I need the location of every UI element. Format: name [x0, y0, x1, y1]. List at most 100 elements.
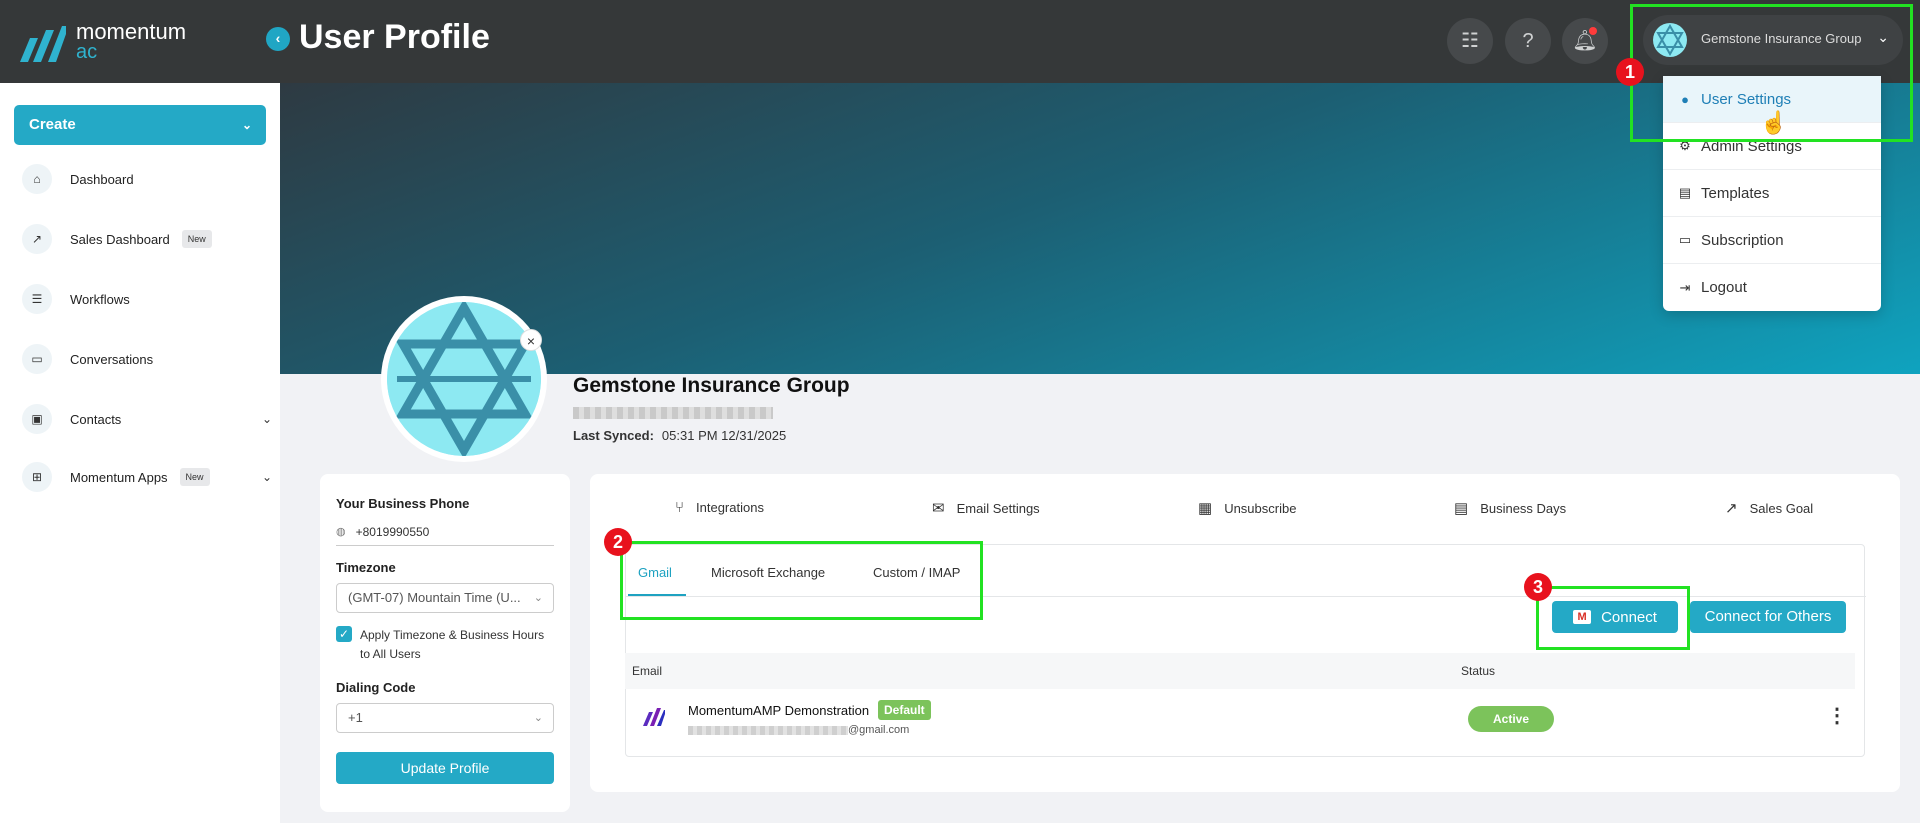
sidebar-item-workflows[interactable]: ☰ Workflows [22, 284, 272, 314]
sidebar-item-label: Conversations [70, 351, 154, 367]
calendar-icon: ▤ [1454, 500, 1469, 517]
highlight-box-email-tabs [620, 541, 983, 620]
create-label: Create [29, 116, 76, 133]
step-marker: 3 [1524, 573, 1552, 601]
sidebar-item-dashboard[interactable]: ⌂ Dashboard [22, 164, 272, 194]
sidebar: Create ⌄ ⌂ Dashboard ↗ Sales Dashboard N… [0, 83, 280, 823]
card-icon: ▭ [1678, 232, 1692, 247]
menu-item-templates[interactable]: ▤ Templates [1663, 170, 1881, 217]
template-icon: ▤ [1678, 185, 1692, 200]
dialing-code-label: Dialing Code [336, 680, 416, 695]
sidebar-item-label: Dashboard [70, 171, 134, 187]
default-badge: Default [878, 700, 931, 720]
new-badge: New [181, 230, 212, 248]
notification-dot [1589, 27, 1597, 35]
sidebar-item-label: Workflows [70, 291, 130, 307]
connect-for-others-button[interactable]: Connect for Others [1690, 601, 1846, 633]
sidebar-item-label: Sales Dashboard [70, 231, 170, 247]
tab-label: Email Settings [956, 500, 1040, 516]
redacted-email [573, 407, 773, 419]
highlight-box-user-settings [1630, 4, 1913, 142]
phone-value: +8019990550 [355, 524, 430, 539]
list-icon: ☷ [1461, 30, 1479, 52]
apply-timezone-checkbox[interactable]: ✓ [336, 626, 352, 642]
remove-avatar-button[interactable]: × [520, 329, 542, 351]
home-icon: ⌂ [22, 164, 52, 194]
timezone-value: (GMT-07) Mountain Time (U... [348, 590, 521, 605]
chevron-down-icon: ⌄ [533, 592, 543, 604]
sidebar-item-contacts[interactable]: ▣ Contacts ⌄ [22, 404, 272, 434]
menu-item-label: Subscription [1701, 231, 1784, 249]
create-button[interactable]: Create ⌄ [14, 105, 266, 145]
tab-email-settings[interactable]: ✉ Email Settings [932, 499, 1040, 517]
sidebar-item-conversations[interactable]: ▭ Conversations [22, 344, 272, 374]
account-email: @gmail.com [688, 724, 909, 736]
tab-label: Integrations [696, 500, 764, 515]
sidebar-item-label: Contacts [70, 411, 122, 427]
more-options-icon[interactable]: ⋮ [1827, 703, 1847, 728]
account-name: MomentumAMP Demonstration [688, 703, 870, 718]
menu-item-subscription[interactable]: ▭ Subscription [1663, 217, 1881, 264]
tab-sales-goal[interactable]: ↗ Sales Goal [1725, 499, 1813, 517]
apply-timezone-label: Apply Timezone & Business Hours to All U… [360, 628, 545, 661]
chevron-down-icon: ⌄ [261, 412, 272, 426]
help-button[interactable]: ? [1505, 18, 1551, 64]
new-badge: New [179, 468, 210, 486]
chevron-down-icon: ⌄ [533, 712, 543, 724]
help-icon: ? [1522, 30, 1534, 52]
email-table-header: Email Status [625, 653, 1855, 689]
timezone-label: Timezone [336, 560, 396, 575]
profile-avatar[interactable] [381, 296, 547, 462]
integrations-icon: ⑂ [675, 499, 685, 516]
chevron-down-icon: ⌄ [261, 470, 272, 484]
phone-field[interactable]: ◍ +8019990550 [336, 518, 554, 546]
momentum-logo-icon [20, 26, 66, 62]
profile-settings-card: Your Business Phone ◍ +8019990550 Timezo… [320, 474, 570, 812]
column-status: Status [1461, 664, 1496, 678]
last-synced-value: 05:31 PM 12/31/2025 [661, 428, 787, 443]
tab-label: Unsubscribe [1224, 500, 1297, 516]
tab-label: Business Days [1480, 500, 1567, 516]
redacted-email-prefix [688, 725, 848, 735]
last-synced-label: Last Synced: [573, 428, 654, 443]
update-profile-button[interactable]: Update Profile [336, 752, 554, 784]
status-badge: Active [1468, 706, 1554, 732]
brand-name: momentum [76, 19, 187, 44]
phone-label: Your Business Phone [336, 496, 470, 511]
dialing-code-select[interactable]: +1 ⌄ [336, 703, 554, 733]
table-row: MomentumAMP Demonstration Default @gmail… [625, 689, 1855, 745]
workflow-icon: ☰ [22, 284, 52, 314]
last-synced: Last Synced: 05:31 PM 12/31/2025 [573, 428, 786, 443]
dialing-code-value: +1 [348, 710, 363, 725]
step-marker: 1 [1616, 58, 1644, 86]
collapse-sidebar-button[interactable]: ‹ [266, 27, 290, 51]
globe-icon: ◍ [336, 526, 346, 538]
tab-integrations[interactable]: ⑂ Integrations [675, 499, 764, 516]
org-name: Gemstone Insurance Group [573, 374, 850, 397]
chart-icon: ↗ [22, 224, 52, 254]
unsubscribe-icon: ▦ [1198, 500, 1213, 517]
timezone-select[interactable]: (GMT-07) Mountain Time (U... ⌄ [336, 583, 554, 613]
apply-timezone-row[interactable]: ✓ Apply Timezone & Business Hours to All… [336, 626, 554, 664]
gem-avatar-image [387, 302, 541, 456]
highlight-box-connect [1536, 586, 1690, 650]
tab-label: Sales Goal [1749, 500, 1814, 516]
tasks-button[interactable]: ☷ [1447, 18, 1493, 64]
sidebar-item-momentum-apps[interactable]: ⊞ Momentum Apps New ⌄ [22, 462, 272, 492]
brand-suffix: ac [76, 41, 98, 63]
tab-business-days[interactable]: ▤ Business Days [1454, 499, 1566, 517]
tab-unsubscribe[interactable]: ▦ Unsubscribe [1198, 499, 1296, 517]
email-suffix: @gmail.com [848, 724, 910, 736]
menu-item-logout[interactable]: ⇥ Logout [1663, 264, 1881, 311]
step-marker: 2 [604, 528, 632, 556]
chat-icon: ▭ [22, 344, 52, 374]
momentum-logo-icon [643, 708, 665, 726]
trend-icon: ↗ [1725, 500, 1738, 517]
contacts-icon: ▣ [22, 404, 52, 434]
column-email: Email [632, 664, 663, 678]
notifications-button[interactable]: 🔔︎ [1562, 18, 1608, 64]
brand-logo[interactable]: momentum ac [20, 19, 187, 63]
apps-icon: ⊞ [22, 462, 52, 492]
menu-item-label: Logout [1701, 279, 1747, 296]
sidebar-item-sales-dashboard[interactable]: ↗ Sales Dashboard New [22, 224, 272, 254]
